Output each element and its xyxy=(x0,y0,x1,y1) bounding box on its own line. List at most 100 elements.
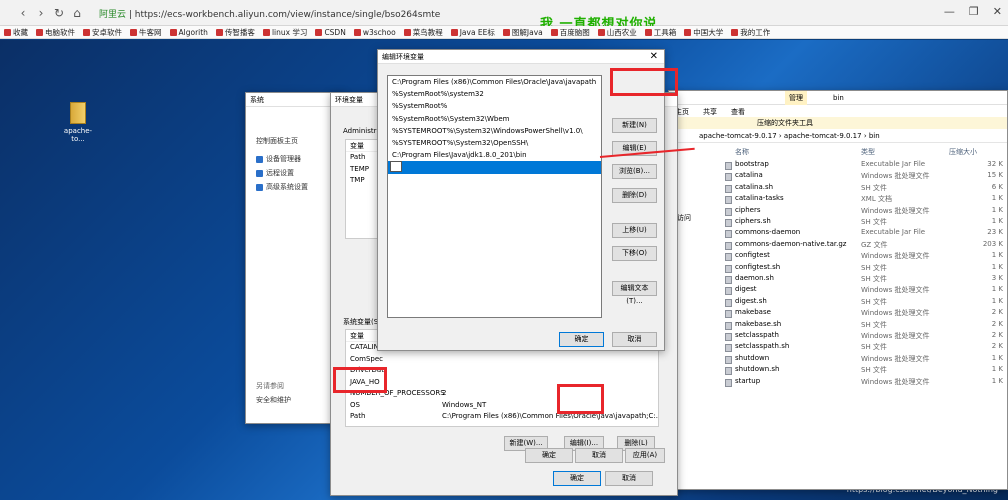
control-panel-home-link[interactable]: 控制面板主页 xyxy=(256,136,298,146)
path-entry[interactable]: %SystemRoot%\system32 xyxy=(388,88,601,100)
col-size[interactable]: 压缩大小 xyxy=(949,147,977,157)
breadcrumb[interactable]: apache-tomcat-9.0.17 › apache-tomcat-9.0… xyxy=(669,130,1007,143)
new-button[interactable]: 新建(N) xyxy=(612,118,657,133)
bookmark-item[interactable]: 安卓软件 xyxy=(83,27,122,38)
system-var-row[interactable]: JAVA_HO xyxy=(346,377,658,389)
env-cancel-button[interactable]: 取消 xyxy=(605,471,653,486)
close-icon[interactable]: ✕ xyxy=(650,50,658,64)
path-entry[interactable]: C:\Program Files\Java\jdk1.8.0_201\bin xyxy=(388,149,601,161)
back-apply-button[interactable]: 应用(A) xyxy=(625,448,665,463)
file-row[interactable]: commons-daemon Executable Jar File 23 K xyxy=(723,228,1007,239)
file-icon xyxy=(725,333,732,341)
compressed-tools-ribbon[interactable]: 压缩的文件夹工具 xyxy=(669,117,1007,129)
file-row[interactable]: startup Windows 批处理文件 1 K xyxy=(723,377,1007,388)
system-var-row[interactable]: DriverDat xyxy=(346,365,658,377)
system-var-row[interactable]: Path C:\Program Files (x86)\Common Files\… xyxy=(346,411,658,423)
bookmark-item[interactable]: 收藏 xyxy=(4,27,28,38)
bookmark-item[interactable]: w3schoo xyxy=(353,28,396,37)
path-entry[interactable]: C:\Program Files (x86)\Common Files\Orac… xyxy=(388,76,601,88)
file-row[interactable]: shutdown.sh SH 文件 1 K xyxy=(723,365,1007,376)
bookmark-item[interactable]: 我的工作 xyxy=(731,27,770,38)
nav-pane-item[interactable]: 访问 xyxy=(677,213,691,223)
file-row[interactable]: makebase Windows 批处理文件 2 K xyxy=(723,308,1007,319)
bookmark-item[interactable]: linux 学习 xyxy=(262,27,307,38)
bookmark-item[interactable]: 菜鸟教程 xyxy=(403,27,443,38)
bookmark-label: Algorith xyxy=(178,27,208,37)
path-entry-new[interactable] xyxy=(388,161,601,174)
tab-bin: bin xyxy=(833,94,844,102)
edit-cancel-button[interactable]: 取消 xyxy=(612,332,657,347)
edit-ok-button[interactable]: 确定 xyxy=(559,332,604,347)
tab-view[interactable]: 查看 xyxy=(731,107,745,117)
file-row[interactable]: bootstrap Executable Jar File 32 K xyxy=(723,160,1007,171)
remote-settings-link[interactable]: 远程设置 xyxy=(256,168,294,178)
file-row[interactable]: catalina Windows 批处理文件 15 K xyxy=(723,171,1007,182)
browse-button[interactable]: 浏览(B)... xyxy=(612,164,657,179)
file-row[interactable]: ciphers.sh SH 文件 1 K xyxy=(723,217,1007,228)
file-row[interactable]: configtest.sh SH 文件 1 K xyxy=(723,263,1007,274)
system-var-row[interactable]: OS Windows_NT xyxy=(346,400,658,412)
device-manager-link[interactable]: 设备管理器 xyxy=(256,154,301,164)
back-cancel-button[interactable]: 取消 xyxy=(575,448,623,463)
minimize-icon[interactable]: — xyxy=(944,5,955,18)
col-name[interactable]: 名称 xyxy=(735,147,749,157)
move-up-button[interactable]: 上移(U) xyxy=(612,223,657,238)
path-edit-field[interactable] xyxy=(390,161,402,173)
bookmark-item[interactable]: 工具箱 xyxy=(644,27,677,38)
bookmark-item[interactable]: Algorith xyxy=(169,27,208,37)
address-bar[interactable]: 阿里云 | https://ecs-workbench.aliyun.com/v… xyxy=(95,4,515,22)
advanced-settings-link[interactable]: 高级系统设置 xyxy=(256,182,308,192)
file-row[interactable]: daemon.sh SH 文件 3 K xyxy=(723,274,1007,285)
var-name: JAVA_HO xyxy=(350,377,380,386)
file-name: makebase xyxy=(735,308,771,317)
file-row[interactable]: setclasspath.sh SH 文件 2 K xyxy=(723,342,1007,353)
file-row[interactable]: shutdown Windows 批处理文件 1 K xyxy=(723,354,1007,365)
bookmark-item[interactable]: 牛客网 xyxy=(130,27,162,38)
tab-share[interactable]: 共享 xyxy=(703,107,717,117)
reload-icon[interactable]: ↻ xyxy=(52,6,66,20)
back-icon[interactable]: ‹ xyxy=(16,6,30,20)
bookmark-item[interactable]: Java EE标 xyxy=(450,27,495,38)
env-ok-button[interactable]: 确定 xyxy=(553,471,601,486)
file-name: makebase.sh xyxy=(735,319,782,328)
forward-icon[interactable]: › xyxy=(34,6,48,20)
file-row[interactable]: catalina.sh SH 文件 6 K xyxy=(723,183,1007,194)
security-link[interactable]: 安全和维护 xyxy=(256,395,291,405)
bookmark-item[interactable]: 百度脑图 xyxy=(550,27,590,38)
file-row[interactable]: commons-daemon-native.tar.gz GZ 文件 203 K xyxy=(723,240,1007,251)
bookmark-item[interactable]: 中国大学 xyxy=(684,27,723,38)
tab-manage[interactable]: 管理 xyxy=(785,91,807,105)
file-list-header: 名称 类型 压缩大小 xyxy=(723,147,1007,159)
close-icon[interactable]: ✕ xyxy=(993,5,1002,18)
file-type: Windows 批处理文件 xyxy=(861,286,930,295)
file-row[interactable]: setclasspath Windows 批处理文件 2 K xyxy=(723,331,1007,342)
bookmark-item[interactable]: CSDN xyxy=(315,28,346,37)
bookmark-label: 工具箱 xyxy=(653,27,677,37)
delete-button[interactable]: 删除(D) xyxy=(612,188,657,203)
edit-text-button[interactable]: 编辑文本(T)... xyxy=(612,281,657,305)
file-row[interactable]: makebase.sh SH 文件 2 K xyxy=(723,320,1007,331)
path-list[interactable]: C:\Program Files (x86)\Common Files\Orac… xyxy=(387,75,602,318)
move-down-button[interactable]: 下移(O) xyxy=(612,246,657,261)
col-type[interactable]: 类型 xyxy=(861,147,875,157)
bookmark-item[interactable]: 山西农业 xyxy=(597,27,637,38)
bookmark-item[interactable]: 电脑软件 xyxy=(36,27,75,38)
file-row[interactable]: catalina-tasks XML 文档 1 K xyxy=(723,194,1007,205)
system-var-row[interactable]: NUMBER_OF_PROCESSORS 2 xyxy=(346,388,658,400)
home-icon[interactable]: ⌂ xyxy=(70,6,84,20)
bookmark-item[interactable]: 传智播客 xyxy=(215,27,255,38)
file-row[interactable]: configtest Windows 批处理文件 1 K xyxy=(723,251,1007,262)
back-ok-button[interactable]: 确定 xyxy=(525,448,573,463)
system-var-row[interactable]: ComSpec xyxy=(346,354,658,366)
restore-icon[interactable]: ❐ xyxy=(969,5,979,18)
file-row[interactable]: ciphers Windows 批处理文件 1 K xyxy=(723,206,1007,217)
desktop-icon-apache[interactable]: apache-to... xyxy=(58,102,98,143)
file-row[interactable]: digest Windows 批处理文件 1 K xyxy=(723,285,1007,296)
path-entry[interactable]: %SYSTEMROOT%\System32\WindowsPowerShell\… xyxy=(388,125,601,137)
path-entry[interactable]: %SYSTEMROOT%\System32\OpenSSH\ xyxy=(388,137,601,149)
bookmark-icon xyxy=(83,28,90,36)
path-entry[interactable]: %SystemRoot% xyxy=(388,100,601,112)
file-row[interactable]: digest.sh SH 文件 1 K xyxy=(723,297,1007,308)
path-entry[interactable]: %SystemRoot%\System32\Wbem xyxy=(388,113,601,125)
bookmark-item[interactable]: 图解Java xyxy=(502,27,543,38)
